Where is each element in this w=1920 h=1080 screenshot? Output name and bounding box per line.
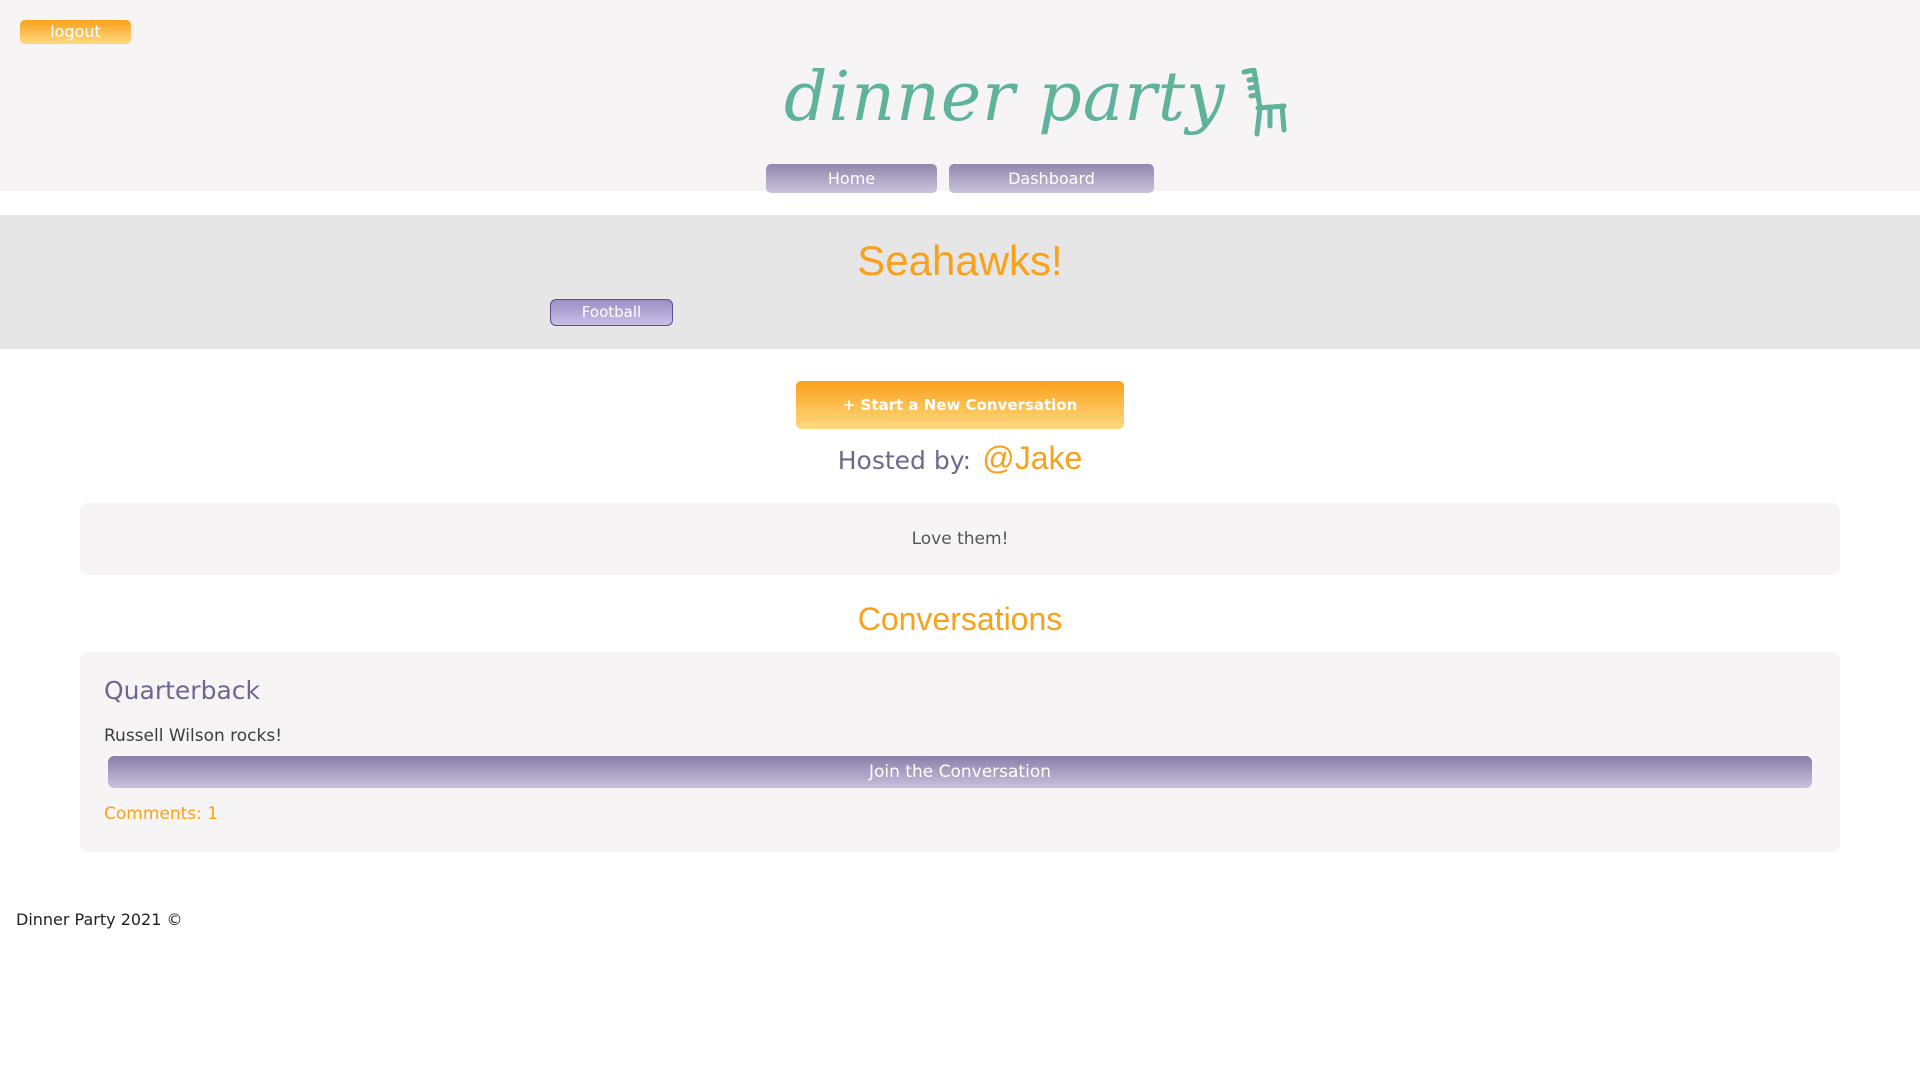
conversation-card: Quarterback Russell Wilson rocks! Join t… [80, 652, 1840, 852]
conversation-title: Quarterback [104, 676, 260, 705]
hosted-by-label: Hosted by: [837, 446, 972, 475]
tag-football-button[interactable]: Football [550, 299, 673, 326]
comments-count-link[interactable]: Comments: 1 [104, 804, 218, 824]
party-title: Seahawks! [857, 237, 1063, 284]
start-conversation-button[interactable]: + Start a New Conversation [796, 381, 1124, 429]
hosted-by: Hosted by: @Jake [0, 440, 1920, 477]
party-banner: Seahawks! Football [0, 215, 1920, 349]
nav-home[interactable]: Home [766, 164, 937, 193]
join-conversation-button[interactable]: Join the Conversation [108, 756, 1812, 788]
chair-icon [1240, 67, 1288, 142]
site-footer: Dinner Party 2021 © [16, 910, 183, 929]
party-description: Love them! [80, 503, 1840, 575]
logout-button[interactable]: logout [20, 20, 131, 44]
nav-dashboard[interactable]: Dashboard [949, 164, 1154, 193]
site-logo[interactable]: dinner party [784, 58, 1288, 158]
conversations-heading: Conversations [857, 601, 1063, 637]
logo-text: dinner party [784, 58, 1226, 137]
site-header: logout dinner party Home Dashboard [0, 0, 1920, 193]
host-handle-link[interactable]: @Jake [982, 440, 1082, 476]
conversation-body: Russell Wilson rocks! [104, 726, 283, 746]
